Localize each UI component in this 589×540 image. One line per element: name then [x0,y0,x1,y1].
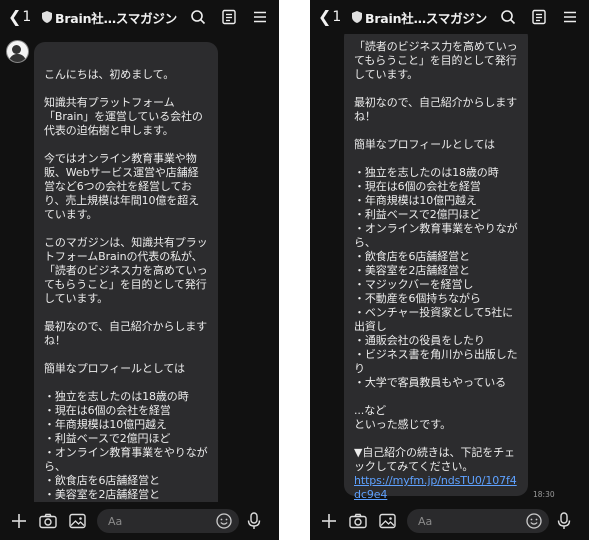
menu-icon[interactable] [251,8,269,26]
mic-icon[interactable] [554,511,574,531]
back-button[interactable]: ❮ 1 [8,7,36,26]
message-bubble[interactable]: こんにちは、初めまして。 知識共有プラットフォーム 「Brain」を運営している… [34,42,218,502]
message-link[interactable]: https://myfm.jp/ndsTU0/107f4dc9e4 [354,474,517,501]
camera-icon[interactable] [348,511,368,531]
shield-icon [352,11,362,23]
notes-icon[interactable] [530,8,548,26]
chat-screen-left: ❮ 1 Brain社…スマガジン こんにちは、初めまして。 知識共有プラットフォ… [0,0,279,540]
emoji-icon[interactable] [215,512,233,530]
input-bar [0,502,279,540]
chat-screen-right: ❮ 1 Brain社…スマガジン 「読者のビジネス力を高めていってもらうこと」を… [310,0,589,540]
plus-icon[interactable] [319,511,339,531]
chevron-left-icon: ❮ [8,7,22,26]
chat-header: ❮ 1 Brain社…スマガジン [0,0,279,34]
chat-title: Brain社…スマガジン [55,10,178,26]
emoji-icon[interactable] [525,512,543,530]
shield-icon [42,11,52,23]
avatar[interactable] [6,40,29,63]
search-icon[interactable] [189,8,207,26]
message-timestamp: 18:30 [533,490,555,499]
unread-count: 1 [332,9,342,25]
mic-icon[interactable] [244,511,264,531]
back-button[interactable]: ❮ 1 [318,7,346,26]
notes-icon[interactable] [220,8,238,26]
message-text: 「読者のビジネス力を高めていってもらうこと」を目的として発行しています。 最初な… [354,40,518,473]
chat-title-area[interactable]: Brain社…スマガジン [352,8,487,27]
camera-icon[interactable] [38,511,58,531]
message-text: こんにちは、初めまして。 知識共有プラットフォーム 「Brain」を運営している… [44,68,208,501]
image-icon[interactable] [377,511,397,531]
chat-title: Brain社…スマガジン [365,10,488,26]
image-icon[interactable] [67,511,87,531]
plus-icon[interactable] [9,511,29,531]
message-list[interactable]: 「読者のビジネス力を高めていってもらうこと」を目的として発行しています。 最初な… [310,34,589,502]
chat-title-area[interactable]: Brain社…スマガジン [42,8,177,27]
unread-count: 1 [22,9,32,25]
menu-icon[interactable] [561,8,579,26]
input-bar [310,502,589,540]
message-bubble[interactable]: 「読者のビジネス力を高めていってもらうこと」を目的として発行しています。 最初な… [344,34,528,501]
chevron-left-icon: ❮ [318,7,332,26]
message-list[interactable]: こんにちは、初めまして。 知識共有プラットフォーム 「Brain」を運営している… [0,34,279,502]
search-icon[interactable] [499,8,517,26]
chat-header: ❮ 1 Brain社…スマガジン [310,0,589,34]
